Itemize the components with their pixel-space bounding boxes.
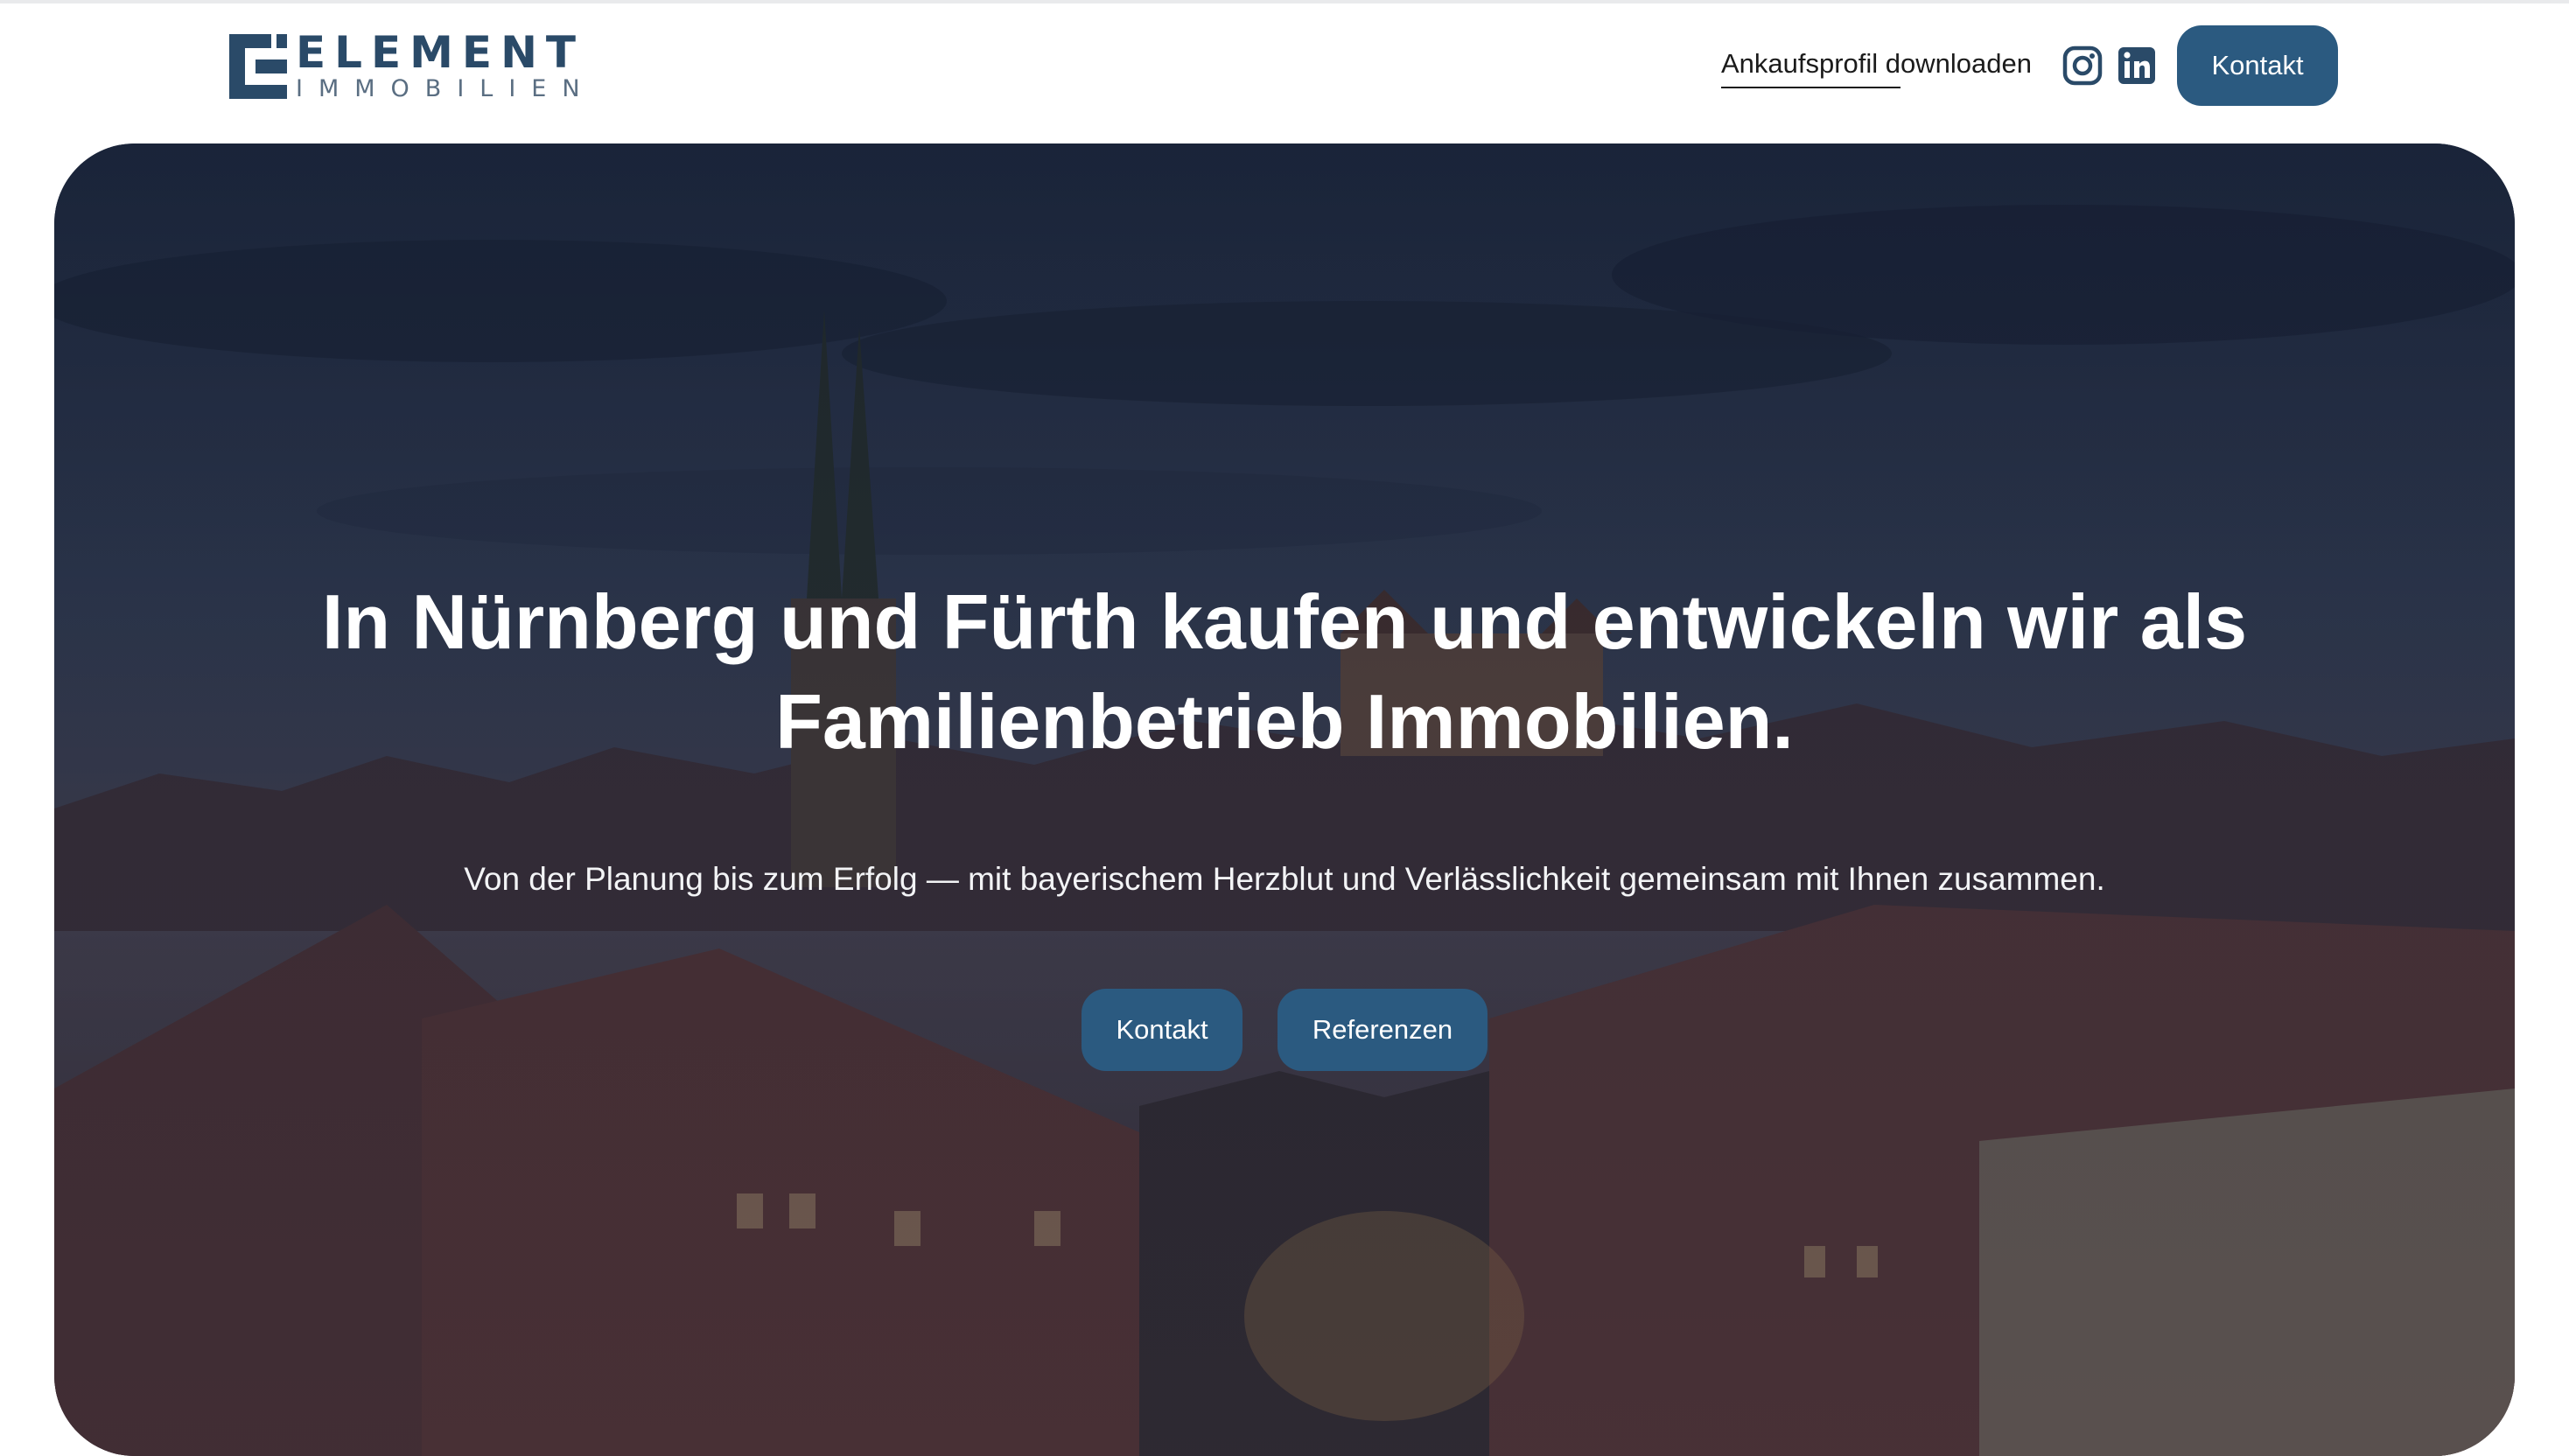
brand-logo[interactable]: ELEMENT IMMOBILIEN	[229, 31, 596, 102]
site-header: ELEMENT IMMOBILIEN Ankaufsprofil downloa…	[0, 0, 2569, 145]
header-nav: Ankaufsprofil downloaden Kontakt	[1720, 25, 2338, 106]
instagram-icon[interactable]	[2062, 45, 2104, 87]
hero-content: In Nürnberg und Fürth kaufen und entwick…	[54, 144, 2515, 1442]
hero-contact-button[interactable]: Kontakt	[1082, 989, 1242, 1071]
logo-mark-icon	[229, 34, 287, 99]
hero-title: In Nürnberg und Fürth kaufen und entwick…	[229, 572, 2340, 772]
hero-references-button[interactable]: Referenzen	[1278, 989, 1488, 1071]
logo-wordmark: ELEMENT IMMOBILIEN	[296, 31, 596, 102]
hero-title-line-1: In Nürnberg und Fürth kaufen und entwick…	[321, 578, 2248, 665]
linkedin-icon[interactable]	[2116, 45, 2158, 87]
download-profile-link[interactable]: Ankaufsprofil downloaden	[1720, 48, 2032, 88]
hero-button-group: Kontakt Referenzen	[54, 989, 2515, 1071]
hero-section: In Nürnberg und Fürth kaufen und entwick…	[54, 144, 2515, 1456]
logo-name: ELEMENT	[296, 27, 585, 78]
hero-title-line-2: Familienbetrieb Immobilien.	[775, 678, 1794, 765]
hero-subtitle: Von der Planung bis zum Erfolg — mit bay…	[464, 861, 2105, 897]
contact-button[interactable]: Kontakt	[2177, 25, 2338, 106]
logo-tagline: IMMOBILIEN	[296, 75, 596, 102]
